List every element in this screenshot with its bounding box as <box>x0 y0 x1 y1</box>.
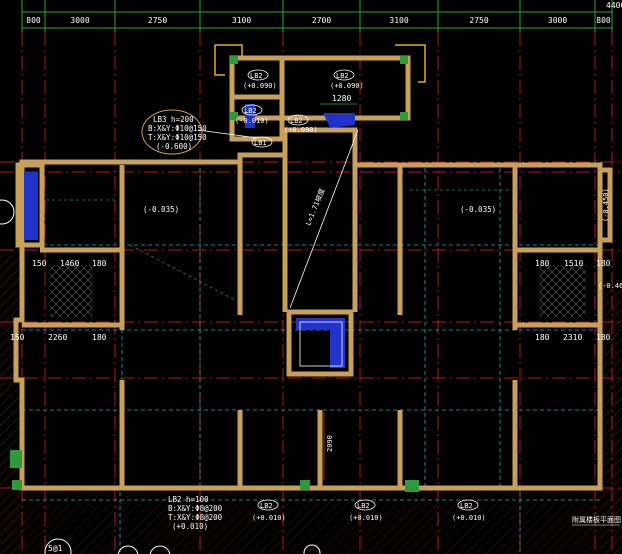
tag-lb2-g: LB2 <box>460 502 473 510</box>
tag-lb2-c: LB2 <box>244 107 257 115</box>
annotation-line4: (-0.600) <box>156 142 192 151</box>
elev-room-left: (-0.035) <box>143 205 179 214</box>
elev-room-right: (-0.035) <box>460 205 496 214</box>
hatch-areas <box>0 255 622 554</box>
top-right-cut: 4400 <box>606 1 622 10</box>
top-dim-label: 2750 <box>469 16 488 25</box>
axis-label: 5@1 <box>48 544 63 553</box>
elev-small-left: (-0.010) <box>235 117 269 125</box>
dim-180a: 180 <box>92 259 107 268</box>
elev-right-edge2: (-0.460) <box>598 282 622 290</box>
drawing-title: 附属楼板平面图 <box>572 515 621 524</box>
dim-1280: 1280 <box>332 94 351 103</box>
top-dim-label: 800 <box>596 16 611 25</box>
annotation-line1: LB3 h=200 <box>153 115 194 124</box>
top-dimensions: 800 3000 2750 3100 2700 3100 2750 3000 800 <box>21 0 613 32</box>
top-dim-label: 2750 <box>148 16 167 25</box>
bottom-annotation-line3: T:X&Y:Φ8@200 <box>168 513 223 522</box>
top-dim-label: 3100 <box>232 16 251 25</box>
top-dim-label: 800 <box>26 16 41 25</box>
dim-180c: 180 <box>596 259 611 268</box>
dim-2310: 2310 <box>563 333 582 342</box>
dim-150b: 150 <box>10 333 25 342</box>
elev-bottom-3: (+0.010) <box>452 514 486 522</box>
leader-line <box>197 129 259 139</box>
annotation-line2: B:X&Y:Φ10@150 <box>148 124 207 133</box>
top-dim-label: 3000 <box>70 16 89 25</box>
dim-1460: 1460 <box>60 259 79 268</box>
dim-180f: 180 <box>596 333 611 342</box>
elev-top-left: (+0.090) <box>243 82 277 90</box>
bottom-annotation-line4: (+0.010) <box>172 522 208 531</box>
tag-lb3: LB1 <box>254 139 267 147</box>
dim-180b: 180 <box>535 259 550 268</box>
dim-180e: 180 <box>535 333 550 342</box>
top-dim-label: 3100 <box>389 16 408 25</box>
cad-floor-plan: 8003000275031002700310027503000800 4400 … <box>0 0 622 554</box>
elev-small-mid: (+0.090) <box>284 126 318 134</box>
elev-bottom-1: (+0.010) <box>252 514 286 522</box>
elev-bottom-2: (+0.010) <box>349 514 383 522</box>
dim-1510: 1510 <box>564 259 583 268</box>
grid-lines <box>21 32 613 554</box>
tag-lb2-f: LB2 <box>357 502 370 510</box>
annotation-line3: T:X&Y:Φ10@150 <box>148 133 207 142</box>
dim-2260: 2260 <box>48 333 67 342</box>
bottom-annotation-line2: B:X&Y:Φ8@200 <box>168 504 223 513</box>
diagonal-ramp-line <box>289 129 359 309</box>
dim-2090: 2090 <box>326 435 334 452</box>
top-dim-label: 2700 <box>312 16 331 25</box>
tag-lb2-b: LB2 <box>336 72 349 80</box>
internal-dimensions: 1280 150 1460 180 180 1510 180 150 2260 … <box>10 94 611 452</box>
bottom-annotation-line1: LB2 h=100 <box>168 495 209 504</box>
elev-right-edge: (-0.450) <box>602 188 610 222</box>
elev-top-right: (+0.090) <box>330 82 364 90</box>
dim-150a: 150 <box>32 259 47 268</box>
tag-lb2-d: LB2 <box>290 117 303 125</box>
tag-lb2-a: LB2 <box>250 72 263 80</box>
tag-lb2-e: LB2 <box>260 502 273 510</box>
dim-180d: 180 <box>92 333 107 342</box>
top-dim-label: 3000 <box>548 16 567 25</box>
slab-annotation: LB3 h=200 B:X&Y:Φ10@150 T:X&Y:Φ10@150 (-… <box>141 109 207 155</box>
